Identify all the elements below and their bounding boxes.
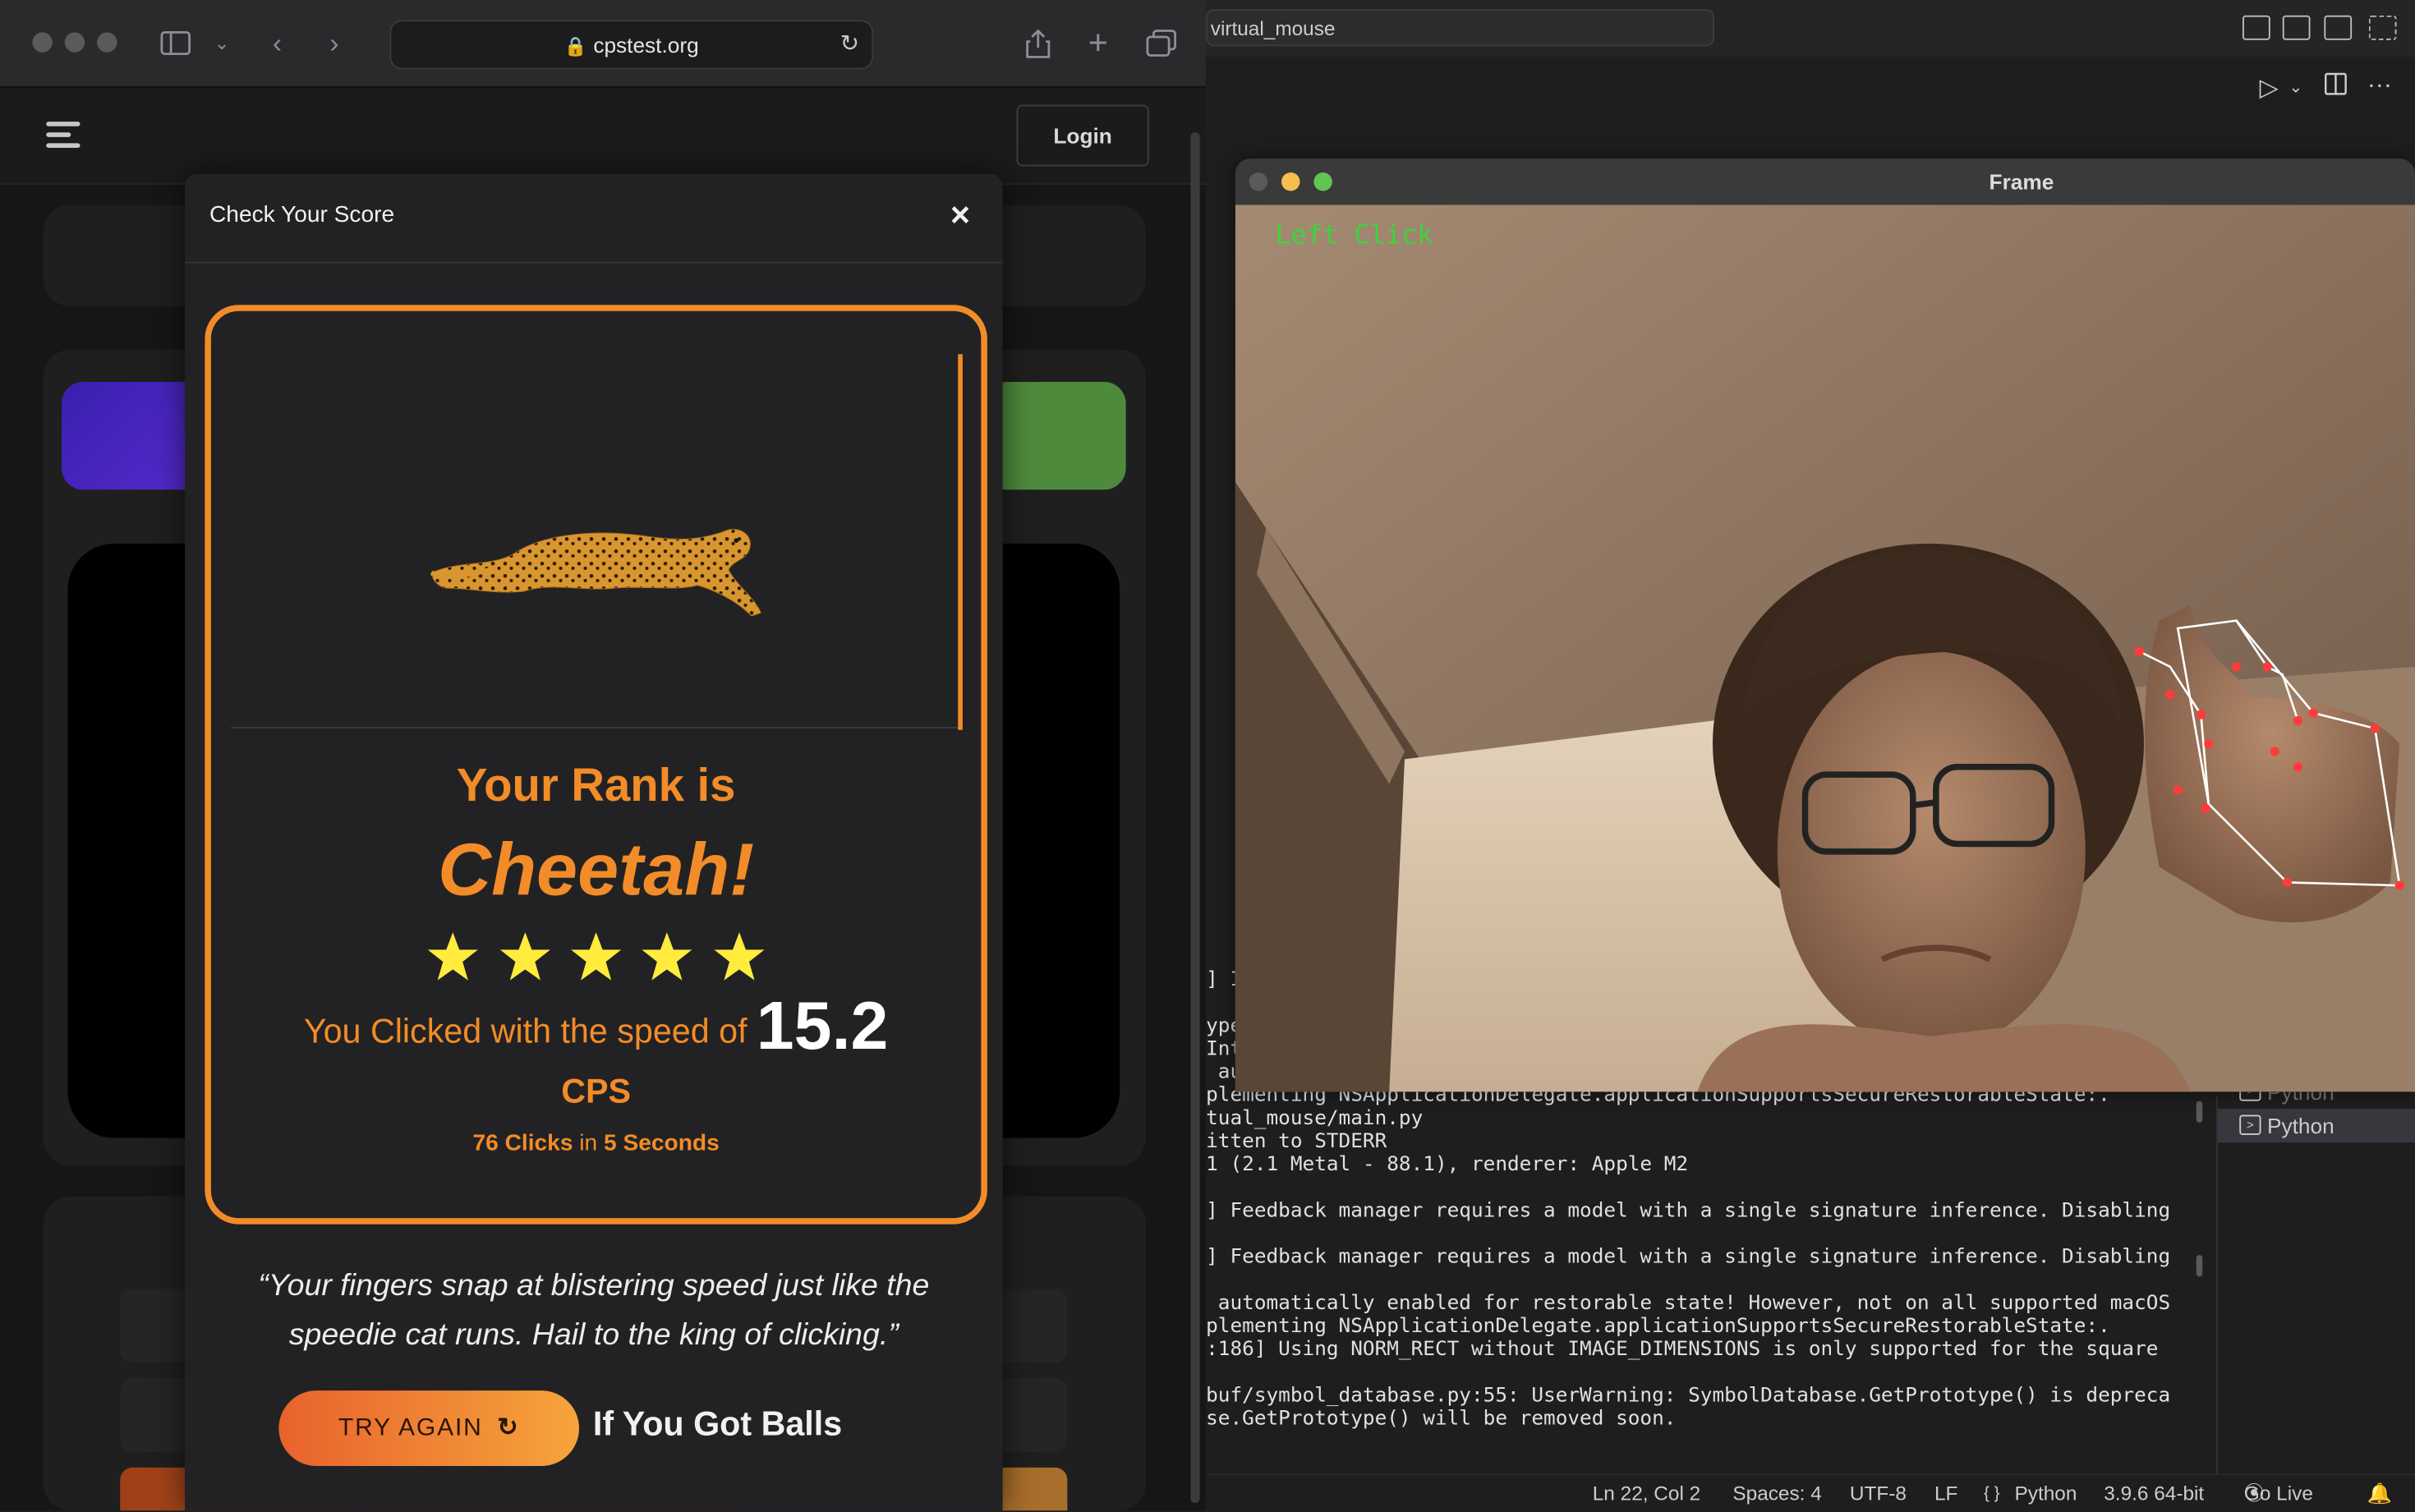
run-icon[interactable]: ▷ [2260,72,2279,103]
clicks-in: in [579,1130,598,1157]
zoom-window-button[interactable] [1313,172,1332,191]
url-bar[interactable]: 🔒 cpstest.org ↻ [389,20,874,70]
toggle-panel-icon[interactable] [2282,15,2311,40]
more-actions-icon[interactable]: ··· [2367,72,2392,100]
rank-name: Cheetah! [438,830,755,912]
rank-image-area [231,345,963,730]
cursor-position[interactable]: Ln 22, Col 2 [1593,1475,1700,1512]
terminal-scrollbar[interactable] [2196,1255,2203,1277]
url-text: cpstest.org [593,32,699,57]
speed-unit: CPS [561,1072,632,1110]
rank-prefix: Your Rank is [456,761,736,812]
try-again-label: TRY AGAIN [338,1415,483,1441]
language-mode[interactable]: Python [2015,1475,2077,1512]
zoom-window-button[interactable] [97,32,117,53]
score-modal: Check Your Score × Your Rank is Cheetah!… [185,173,1003,1511]
frame-titlebar: Frame [1235,159,2415,205]
terminal-line: automatically enabled for restorable sta… [1206,1292,2171,1316]
reload-icon[interactable]: ↻ [840,21,860,67]
score-card: Your Rank is Cheetah! You Clicked with t… [205,305,987,1225]
clicks-summary: 76 Clicks in 5 Seconds [211,1130,982,1156]
chevron-down-icon[interactable]: ⌄ [2288,77,2302,98]
indentation[interactable]: Spaces: 4 [1732,1475,1821,1512]
terminal-line: tual_mouse/main.py [1206,1107,1424,1131]
end-of-line[interactable]: LF [1934,1475,1957,1512]
terminal-line: ] Feedback manager requires a model with… [1206,1245,2171,1269]
modal-title: Check Your Score [209,201,395,228]
status-bar: Ln 22, Col 2 Spaces: 4 UTF-8 LF { } Pyth… [1206,1473,2415,1512]
terminal-item-label: Python [2267,1113,2334,1138]
modal-divider [185,261,1003,264]
speed-value: 15.2 [756,988,889,1064]
sidebar-icon[interactable] [154,21,198,65]
editor-tabs: ▷ ⌄ ··· [1206,57,2415,116]
image-border [958,354,963,730]
python-interpreter[interactable]: 3.9.6 64-bit [2104,1475,2204,1512]
terminal-line: ] Feedback manager requires a model with… [1206,1199,2171,1223]
command-search[interactable]: virtual_mouse [1206,9,1714,47]
terminal-line: buf/symbol_database.py:55: UserWarning: … [1206,1384,2171,1408]
go-live-label: Go Live [2243,1481,2313,1505]
star-icon [571,932,622,981]
terminal-icon: > [2239,1114,2261,1135]
chevron-down-icon[interactable]: ⌄ [200,21,244,65]
star-icon [427,932,478,981]
lock-icon: 🔒 [564,35,587,57]
minimize-window-button[interactable] [1281,172,1300,191]
terminal-line: :186] Using NORM_RECT without IMAGE_DIME… [1206,1338,2159,1362]
terminal-line: itten to STDERR [1206,1130,1387,1154]
toggle-sidebar-icon[interactable] [2242,15,2270,40]
close-window-button[interactable] [32,32,53,53]
bell-icon[interactable]: 🔔 [2367,1475,2392,1512]
back-icon[interactable]: ‹ [255,21,299,65]
site-header: Login [0,87,1207,185]
page-scrollbar[interactable] [1190,132,1200,1503]
speed-line: You Clicked with the speed of 15.2 [211,989,982,1066]
terminal-item-python[interactable]: > Python [2218,1109,2415,1143]
rank-quote: “Your fingers snap at blistering speed j… [258,1269,930,1353]
frame-window: Frame Left Click [1235,159,2415,1092]
close-window-button[interactable] [1249,172,1268,191]
terminal-line: 1 (2.1 Metal - 88.1), renderer: Apple M2 [1206,1153,1689,1177]
gesture-label: Left Click [1275,220,1433,251]
menu-icon[interactable] [46,122,80,154]
braces-icon[interactable]: { } [1984,1475,2000,1512]
tab-overview-icon[interactable] [1140,21,1184,65]
webcam-feed [1235,205,2415,1092]
close-icon[interactable]: × [950,198,970,232]
star-icon [642,932,693,981]
refresh-icon: ↻ [497,1415,520,1441]
customize-layout-icon[interactable] [2368,15,2397,40]
cheetah-image [430,528,761,617]
try-again-button[interactable]: TRY AGAIN ↻ [278,1390,579,1466]
terminal-list: > Python > Python [2216,1079,2415,1474]
terminal-line: plementing NSApplicationDelegate.applica… [1206,1315,2110,1339]
share-icon[interactable] [1017,21,1060,65]
vscode-titlebar: virtual_mouse [1206,0,2415,59]
speed-prefix: You Clicked with the speed of [303,1011,748,1050]
seconds-count: 5 Seconds [604,1130,720,1157]
star-icon [499,932,550,981]
rating-stars [211,931,982,990]
terminal-scrollbar[interactable] [2196,1101,2203,1123]
split-editor-icon[interactable] [2324,72,2347,103]
frame-title: Frame [1989,169,2054,195]
encoding[interactable]: UTF-8 [1850,1475,1907,1512]
login-button[interactable]: Login [1016,104,1149,167]
challenge-text: If You Got Balls [592,1404,843,1443]
browser-window: ⌄ ‹ › 🔒 cpstest.org ↻ + Login Check Your… [0,0,1207,1511]
forward-icon[interactable]: › [313,21,356,65]
browser-toolbar: ⌄ ‹ › 🔒 cpstest.org ↻ + [0,0,1207,88]
star-icon [714,932,765,981]
terminal-line: se.GetPrototype() will be removed soon. [1206,1407,1677,1431]
clicks-count: 76 Clicks [472,1130,573,1157]
new-tab-icon[interactable]: + [1077,21,1120,65]
background-gradient-block [986,382,1126,490]
toggle-secondary-sidebar-icon[interactable] [2324,15,2353,40]
minimize-window-button[interactable] [64,32,85,53]
